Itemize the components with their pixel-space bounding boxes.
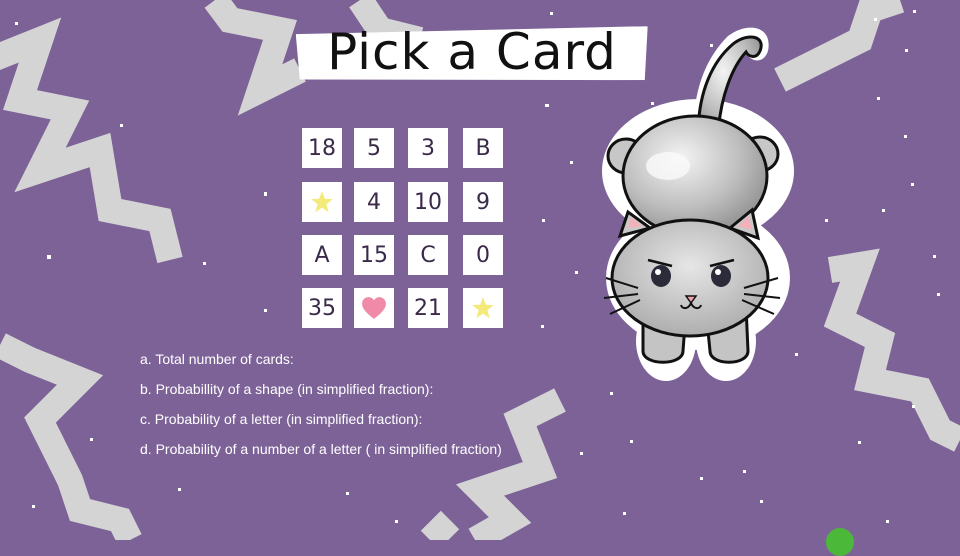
star-icon (472, 297, 494, 319)
card-7[interactable]: 10 (408, 182, 448, 222)
card-16[interactable] (463, 288, 503, 328)
card-1[interactable]: 18 (302, 128, 342, 168)
card-4[interactable]: B (463, 128, 503, 168)
star-icon (311, 191, 333, 213)
card-3[interactable]: 3 (408, 128, 448, 168)
card-12[interactable]: 0 (463, 235, 503, 275)
question-c: c. Probability of a letter (in simplifie… (140, 411, 423, 427)
card-8[interactable]: 9 (463, 182, 503, 222)
card-15[interactable]: 21 (408, 288, 448, 328)
question-list: a. Total number of cards: b. Probabillit… (140, 350, 600, 470)
card-11[interactable]: C (408, 235, 448, 275)
card-2[interactable]: 5 (354, 128, 394, 168)
card-5[interactable] (302, 182, 342, 222)
card-14[interactable] (354, 288, 394, 328)
card-6[interactable]: 4 (354, 182, 394, 222)
heart-icon (362, 297, 386, 319)
page-title: Pick a Card (327, 23, 617, 81)
cat-illustration (602, 27, 794, 381)
question-a: a. Total number of cards: (140, 351, 294, 367)
green-circle-button[interactable] (826, 528, 854, 556)
card-9[interactable]: A (302, 235, 342, 275)
card-10[interactable]: 15 (354, 235, 394, 275)
question-b: b. Probabillity of a shape (in simplifie… (140, 381, 434, 397)
card-13[interactable]: 35 (302, 288, 342, 328)
question-d: d. Probability of a number of a letter (… (140, 441, 502, 457)
